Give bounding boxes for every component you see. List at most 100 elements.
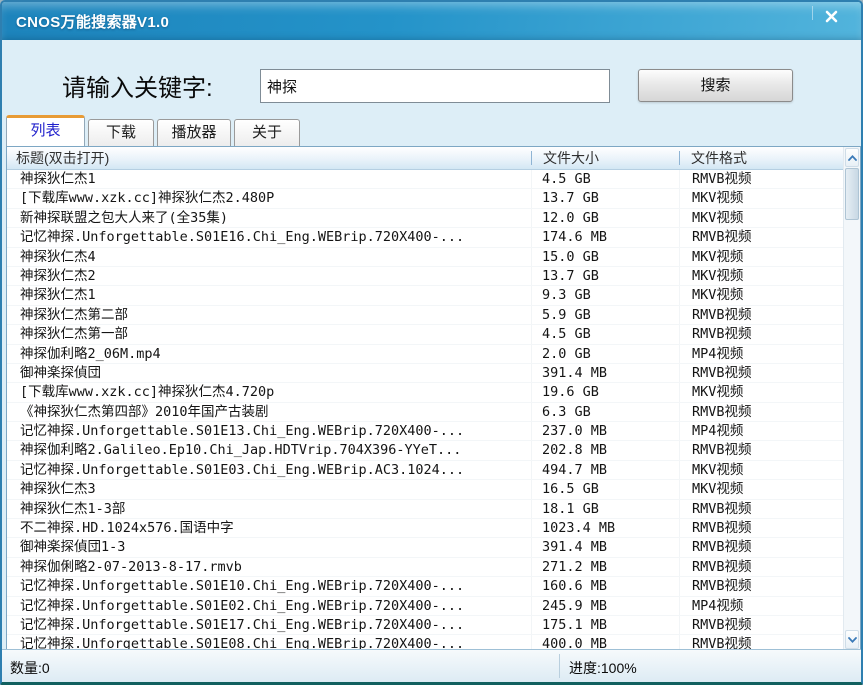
cell-format: RMVB视频 [679,615,823,635]
table-header[interactable]: 标题(双击打开) 文件大小 文件格式 [7,147,860,170]
close-button[interactable] [819,5,843,27]
table-body: 神探狄仁杰1 4.5 GB RMVB视频 [下载库www.xzk.cc]神探狄仁杰2.… [7,170,843,650]
cell-spacer [823,500,843,518]
vertical-scrollbar[interactable] [843,147,860,650]
app-window: CNOS万能搜索器V1.0 请输入关键字: 搜索 列表 下载 播放器 关于 标题… [0,0,863,685]
tab-list[interactable]: 列表 [6,115,85,146]
cell-size: 15.0 GB [531,247,679,266]
table-row[interactable]: 神探狄仁杰1-3部 18.1 GB RMVB视频 [7,499,843,520]
cell-spacer [823,403,843,421]
table-row[interactable]: 神探狄仁杰1 9.3 GB MKV视频 [7,286,843,306]
status-bar: 数量:0 进度:100% [2,649,861,682]
cell-size: 13.7 GB [531,266,679,286]
column-header-size[interactable]: 文件大小 [531,147,679,169]
column-header-format[interactable]: 文件格式 [679,147,823,169]
cell-title: 《神探狄仁杰第四部》2010年国产古装剧 [20,403,269,420]
cell-format: MKV视频 [679,247,823,266]
cell-format: MKV视频 [679,189,823,208]
table-row[interactable]: 《神探狄仁杰第四部》2010年国产古装剧 6.3 GB RMVB视频 [7,402,843,423]
table-row[interactable]: 神探狄仁杰第二部 5.9 GB RMVB视频 [7,305,843,326]
table-row[interactable]: 神探伽俐略2-07-2013-8-17.rmvb 271.2 MB RMVB视频 [7,557,843,578]
status-divider [559,654,560,678]
tab-player[interactable]: 播放器 [157,119,231,146]
cell-spacer [823,558,843,576]
table-row[interactable]: 记忆神探.Unforgettable.S01E16.Chi_Eng.WEBrip… [7,228,843,248]
table-row[interactable]: 神探狄仁杰1 4.5 GB RMVB视频 [7,170,843,190]
cell-size: 13.7 GB [531,189,679,208]
cell-size: 160.6 MB [531,577,679,596]
tab-about[interactable]: 关于 [234,119,300,146]
table-row[interactable]: 记忆神探.Unforgettable.S01E17.Chi_Eng.WEBrip… [7,615,843,636]
scroll-down-button[interactable] [845,630,859,649]
cell-size: 5.9 GB [531,305,679,325]
cell-size: 4.5 GB [531,170,679,189]
chevron-up-icon [847,154,857,161]
search-button[interactable]: 搜索 [638,69,793,102]
cell-size: 271.2 MB [531,557,679,577]
cell-size: 16.5 GB [531,480,679,499]
cell-format: RMVB视频 [679,557,823,577]
table-row[interactable]: 神探伽利略2_06M.mp4 2.0 GB MP4视频 [7,344,843,364]
table-row[interactable]: 神探狄仁杰3 16.5 GB MKV视频 [7,480,843,500]
cell-format: RMVB视频 [679,363,823,383]
cell-size: 174.6 MB [531,228,679,247]
cell-title: 神探伽利略2_06M.mp4 [20,345,161,362]
cell-size: 9.3 GB [531,286,679,305]
cell-size: 2.0 GB [531,344,679,363]
table-row[interactable]: 新神探联盟之包大人来了(全35集) 12.0 GB MKV视频 [7,208,843,229]
table-row[interactable]: 不二神探.HD.1024x576.国语中字 1023.4 MB RMVB视频 [7,519,843,539]
cell-title: 记忆神探.Unforgettable.S01E13.Chi_Eng.WEBrip… [20,423,465,440]
table-row[interactable]: 御神楽探偵団1-3 391.4 MB RMVB视频 [7,538,843,558]
table-row[interactable]: 御神楽探偵団 391.4 MB RMVB视频 [7,363,843,384]
cell-spacer [823,519,843,537]
cell-format: RMVB视频 [679,538,823,557]
cell-size: 400.0 MB [531,635,679,650]
table-row[interactable]: 神探狄仁杰4 15.0 GB MKV视频 [7,247,843,267]
status-progress: 进度:100% [569,660,637,676]
cell-title: 神探狄仁杰1 [20,287,96,304]
tab-bar: 列表 下载 播放器 关于 [6,115,303,146]
cell-title: 记忆神探.Unforgettable.S01E10.Chi_Eng.WEBrip… [20,578,465,595]
table-row[interactable]: [下载库www.xzk.cc]神探狄仁杰2.480P 13.7 GB MKV视频 [7,189,843,209]
cell-spacer [823,286,843,304]
search-input[interactable] [260,69,610,103]
table-row[interactable]: 神探狄仁杰2 13.7 GB MKV视频 [7,266,843,287]
table-row[interactable]: [下载库www.xzk.cc]神探狄仁杰4.720p 19.6 GB MKV视频 [7,383,843,403]
table-row[interactable]: 神探狄仁杰第一部 4.5 GB RMVB视频 [7,325,843,345]
cell-size: 391.4 MB [531,363,679,383]
cell-format: RMVB视频 [679,577,823,596]
column-header-title[interactable]: 标题(双击打开) [7,147,531,169]
cell-format: RMVB视频 [679,635,823,650]
close-icon [825,10,837,22]
cell-format: MKV视频 [679,286,823,305]
cell-title: 神探狄仁杰第二部 [20,306,128,323]
scrollbar-thumb[interactable] [845,168,859,220]
cell-format: MKV视频 [679,208,823,228]
cell-format: RMVB视频 [679,499,823,519]
cell-format: RMVB视频 [679,441,823,460]
cell-title: 神探伽俐略2-07-2013-8-17.rmvb [20,558,242,575]
cell-title: 神探狄仁杰3 [20,481,96,498]
cell-title: 御神楽探偵団1-3 [20,539,126,556]
cell-title: 不二神探.HD.1024x576.国语中字 [20,520,234,537]
cell-format: MKV视频 [679,266,823,286]
chevron-down-icon [847,636,857,643]
table-row[interactable]: 记忆神探.Unforgettable.S01E08.Chi_Eng.WEBrip… [7,635,843,650]
cell-format: MP4视频 [679,422,823,441]
cell-size: 245.9 MB [531,596,679,615]
cell-size: 19.6 GB [531,383,679,402]
tab-download[interactable]: 下载 [88,119,154,146]
cell-format: RMVB视频 [679,170,823,189]
cell-title: 记忆神探.Unforgettable.S01E08.Chi_Eng.WEBrip… [20,636,465,650]
table-row[interactable]: 神探伽利略2.Galileo.Ep10.Chi_Jap.HDTVrip.704X… [7,441,843,461]
cell-size: 175.1 MB [531,615,679,635]
cell-spacer [823,480,843,498]
title-bar[interactable]: CNOS万能搜索器V1.0 [2,2,861,40]
cell-size: 18.1 GB [531,499,679,519]
scroll-up-button[interactable] [845,148,859,167]
table-row[interactable]: 记忆神探.Unforgettable.S01E02.Chi_Eng.WEBrip… [7,596,843,616]
table-row[interactable]: 记忆神探.Unforgettable.S01E10.Chi_Eng.WEBrip… [7,577,843,597]
table-row[interactable]: 记忆神探.Unforgettable.S01E13.Chi_Eng.WEBrip… [7,422,843,442]
cell-title: 记忆神探.Unforgettable.S01E17.Chi_Eng.WEBrip… [20,616,465,633]
table-row[interactable]: 记忆神探.Unforgettable.S01E03.Chi_Eng.WEBrip… [7,460,843,481]
